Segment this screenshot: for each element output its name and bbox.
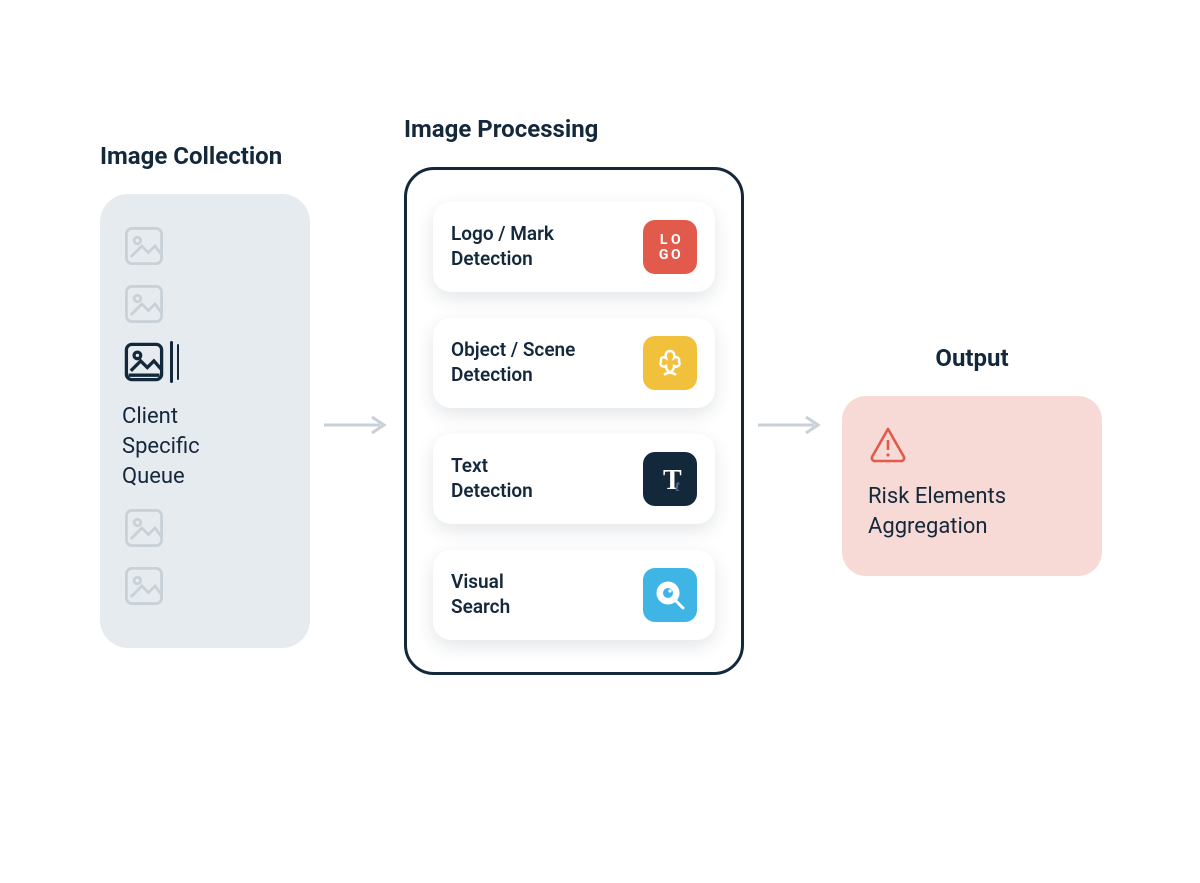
processing-card-scene: Object / Scene Detection <box>433 318 715 408</box>
queue-bar-icon <box>170 341 173 383</box>
image-placeholder-icon <box>122 282 166 326</box>
arrow-right-icon <box>756 415 826 435</box>
warning-triangle-icon <box>868 424 908 464</box>
output-title: Output <box>842 344 1102 372</box>
text-icon: T t <box>643 452 697 506</box>
active-queue-item <box>122 340 179 384</box>
processing-card-label: Visual Search <box>451 570 510 619</box>
lens-icon <box>643 568 697 622</box>
queue-bar-icon <box>177 344 179 380</box>
image-processing-column: Image Processing Logo / Mark Detection L… <box>404 115 744 675</box>
logo-icon: LOGO <box>643 220 697 274</box>
output-column: Output Risk Elements Aggregation <box>842 214 1102 575</box>
processing-card-logo: Logo / Mark Detection LOGO <box>433 202 715 292</box>
queue-label: Client Specific Queue <box>122 402 200 491</box>
output-panel: Risk Elements Aggregation <box>842 396 1102 575</box>
arrow-right-icon <box>322 415 392 435</box>
svg-text:t: t <box>675 478 680 495</box>
output-label: Risk Elements Aggregation <box>868 482 1076 541</box>
processing-card-label: Logo / Mark Detection <box>451 222 554 271</box>
processing-title: Image Processing <box>404 115 744 143</box>
queue-panel: Client Specific Queue <box>100 194 310 647</box>
processing-card-text: Text Detection T t <box>433 434 715 524</box>
image-active-icon <box>122 340 166 384</box>
image-placeholder-icon <box>122 224 166 268</box>
processing-panel: Logo / Mark Detection LOGO Object / Scen… <box>404 167 744 675</box>
image-collection-column: Image Collection <box>100 142 310 647</box>
processing-card-search: Visual Search <box>433 550 715 640</box>
image-placeholder-icon <box>122 506 166 550</box>
flower-icon <box>643 336 697 390</box>
processing-card-label: Object / Scene Detection <box>451 338 575 387</box>
collection-title: Image Collection <box>100 142 310 170</box>
image-placeholder-icon <box>122 564 166 608</box>
pipeline-diagram: Image Collection <box>100 115 1102 675</box>
processing-card-label: Text Detection <box>451 454 533 503</box>
